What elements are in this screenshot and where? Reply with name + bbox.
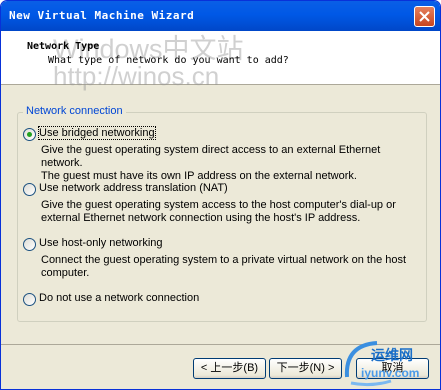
option-label[interactable]: Do not use a network connection xyxy=(39,292,199,304)
option-description: Give the guest operating system direct a… xyxy=(41,144,421,183)
radio-button[interactable] xyxy=(23,128,36,141)
radio-button[interactable] xyxy=(23,293,36,306)
option-label[interactable]: Use host-only networking xyxy=(39,237,163,249)
page-title: Network Type xyxy=(27,41,100,52)
title-bar[interactable]: New Virtual Machine Wizard xyxy=(1,1,440,31)
option-description: Give the guest operating system access t… xyxy=(41,199,421,225)
window-title: New Virtual Machine Wizard xyxy=(9,9,195,22)
wizard-header: Windows中文站 http://winos.cn Network Type … xyxy=(1,31,440,91)
close-button[interactable] xyxy=(414,6,435,27)
option-label[interactable]: Use network address translation (NAT) xyxy=(39,182,228,194)
radio-button[interactable] xyxy=(23,183,36,196)
site-logo: 运维网 iyunv.com xyxy=(341,337,440,389)
back-button[interactable]: < 上一步(B) xyxy=(193,358,266,379)
logo-cn: 运维网 xyxy=(371,348,413,364)
desc-line: Connect the guest operating system to a … xyxy=(41,254,407,266)
page-subtitle: What type of network do you want to add? xyxy=(48,55,289,66)
group-label: Network connection xyxy=(23,105,126,117)
radio-button[interactable] xyxy=(23,238,36,251)
desc-line: computer. xyxy=(41,267,90,279)
option-label[interactable]: Use bridged networking xyxy=(38,126,156,140)
radio-selected-dot xyxy=(27,132,32,137)
desc-line: external Ethernet network connection usi… xyxy=(41,212,361,224)
desc-line: Give the guest operating system access t… xyxy=(41,199,396,211)
next-button[interactable]: 下一步(N) > xyxy=(269,358,342,379)
desc-line: Give the guest operating system direct a… xyxy=(41,144,381,169)
wizard-window: New Virtual Machine Wizard Windows中文站 ht… xyxy=(0,0,441,390)
option-description: Connect the guest operating system to a … xyxy=(41,254,421,280)
close-icon xyxy=(419,11,430,22)
logo-url: iyunv.com xyxy=(361,366,420,380)
